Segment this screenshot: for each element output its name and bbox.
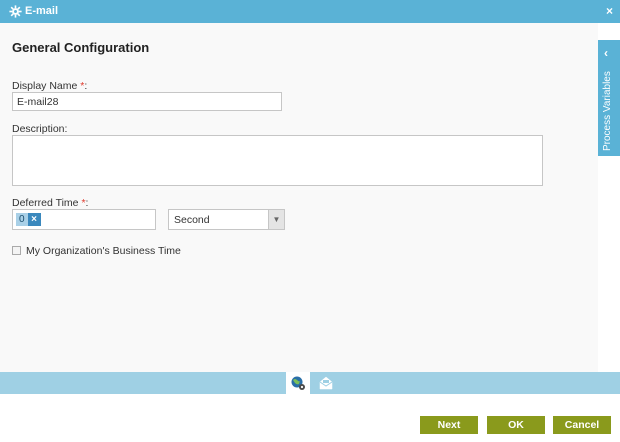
process-variables-tab[interactable]: ‹ Process Variables [598,40,620,156]
chevron-left-icon: ‹ [604,46,608,60]
deferred-time-label-text: Deferred Time [12,197,79,209]
gear-icon [9,5,22,18]
chevron-down-icon[interactable]: ▼ [268,210,284,229]
bottom-tab-bar [0,372,620,394]
time-unit-value: Second [174,214,210,226]
form-panel [0,23,598,372]
business-time-label: My Organization's Business Time [26,245,181,257]
envelope-icon [319,376,333,390]
display-name-label: Display Name *: [12,80,87,92]
ok-button[interactable]: OK [487,416,545,434]
display-name-label-text: Display Name [12,80,78,92]
globe-settings-icon [291,376,305,390]
title-bar: E-mail × [0,0,620,23]
close-icon[interactable]: × [606,4,613,18]
tab-email[interactable] [314,372,338,394]
description-label: Description: [12,123,68,135]
page-title: General Configuration [12,40,150,55]
business-time-checkbox[interactable] [12,246,21,255]
window-title: E-mail [25,5,59,17]
display-name-input[interactable] [12,92,282,111]
tab-general-settings[interactable] [286,372,310,394]
label-suffix: : [84,80,88,92]
process-variables-label: Process Variables [602,71,613,151]
deferred-time-chip: 0 × [16,213,41,226]
next-button[interactable]: Next [420,416,478,434]
deferred-time-label: Deferred Time *: [12,197,88,209]
time-unit-select[interactable]: Second ▼ [168,209,285,230]
deferred-time-input[interactable]: 0 × [12,209,156,230]
chip-remove-icon[interactable]: × [27,213,41,226]
label-suffix: : [85,197,89,209]
description-textarea[interactable] [12,135,543,186]
cancel-button[interactable]: Cancel [553,416,611,434]
chip-value: 0 [16,213,28,226]
